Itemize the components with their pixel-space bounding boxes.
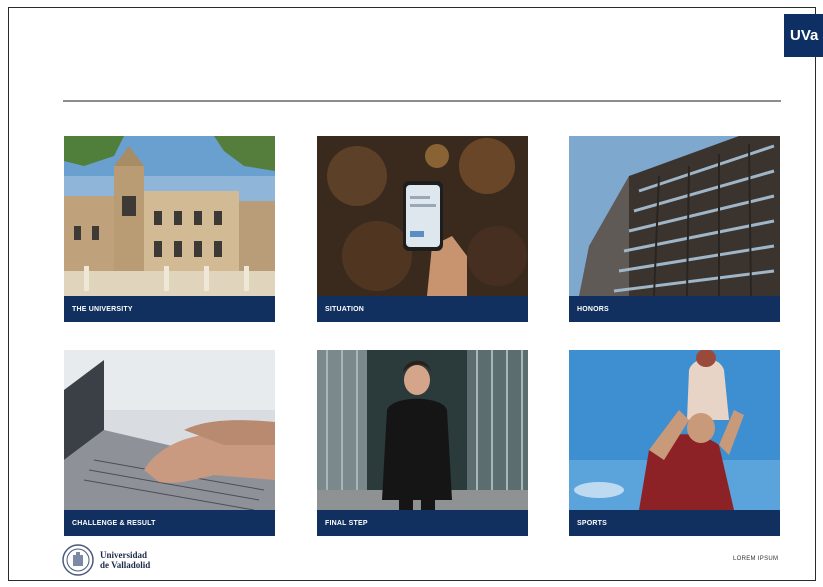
tower-building-photo bbox=[569, 136, 780, 296]
logo-text: Universidad de Valladolid bbox=[100, 550, 150, 570]
tile-situation[interactable]: SITUATION bbox=[317, 136, 528, 322]
divider bbox=[63, 100, 781, 102]
tile-caption: FINAL STEP bbox=[317, 510, 528, 536]
university-building-photo bbox=[64, 136, 275, 296]
footer-link[interactable]: LOREM IPSUM bbox=[733, 556, 778, 562]
student-portrait-photo bbox=[317, 350, 528, 510]
university-logo[interactable]: Universidad de Valladolid bbox=[62, 544, 150, 576]
tile-caption: CHALLENGE & RESULT bbox=[64, 510, 275, 536]
typing-laptop-photo bbox=[64, 350, 275, 510]
tile-sports[interactable]: SPORTS bbox=[569, 350, 780, 536]
tile-honors[interactable]: HONORS bbox=[569, 136, 780, 322]
cheer-lift-photo bbox=[569, 350, 780, 510]
logo-line-1: Universidad bbox=[100, 550, 148, 560]
tile-caption: HONORS bbox=[569, 296, 780, 322]
tile-final-step[interactable]: FINAL STEP bbox=[317, 350, 528, 536]
logo-line-2: de Valladolid bbox=[100, 560, 151, 570]
seal-icon bbox=[62, 544, 94, 576]
tile-caption: SITUATION bbox=[317, 296, 528, 322]
tile-the-university[interactable]: THE UNIVERSITY bbox=[64, 136, 275, 322]
tile-challenge-result[interactable]: CHALLENGE & RESULT bbox=[64, 350, 275, 536]
phone-in-hand-photo bbox=[317, 136, 528, 296]
tile-caption: SPORTS bbox=[569, 510, 780, 536]
brand-tab[interactable]: UVa bbox=[784, 14, 823, 57]
tile-caption: THE UNIVERSITY bbox=[64, 296, 275, 322]
